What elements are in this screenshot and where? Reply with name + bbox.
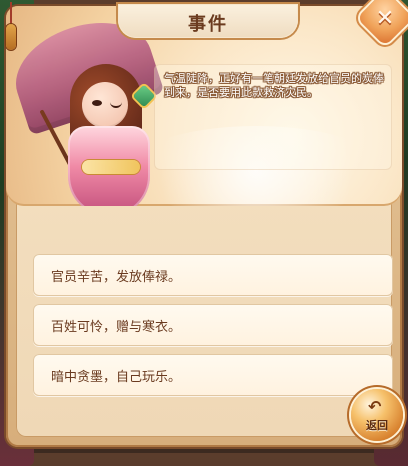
option-1-button[interactable]: 官员辛苦，发放俸禄。 — [33, 254, 393, 296]
dialog-title-tab: 事件 — [118, 4, 298, 38]
option-3-label: 暗中贪墨，自己玩乐。 — [51, 370, 182, 385]
option-2-label: 百姓可怜，赠与寒衣。 — [51, 320, 182, 335]
dialog-title: 事件 — [188, 14, 228, 35]
character-eye — [92, 100, 102, 106]
back-arrow-icon[interactable]: ↶ — [368, 397, 390, 416]
event-dialog: 气温陡降，正好有一笔朝廷发放给官员的炭俸到来，是否要用此款救济灾民。 事件 官员… — [6, 4, 402, 447]
event-options: 官员辛苦，发放俸禄。 百姓可怜，赠与寒衣。 暗中贪墨，自己玩乐。 — [23, 246, 393, 406]
option-1-label: 官员辛苦，发放俸禄。 — [51, 270, 182, 285]
back-label[interactable]: 返回 — [363, 417, 391, 433]
option-3-button[interactable]: 暗中贪墨，自己玩乐。 — [33, 354, 393, 396]
dangle-string — [10, 2, 12, 26]
character-sash — [82, 160, 140, 174]
dangle-ornament — [6, 24, 16, 50]
option-2-button[interactable]: 百姓可怜，赠与寒衣。 — [33, 304, 393, 346]
close-icon[interactable]: ✕ — [365, 0, 405, 38]
event-description: 气温陡降，正好有一笔朝廷发放给官员的炭俸到来，是否要用此款救济灾民。 — [164, 72, 384, 99]
character-illustration — [6, 6, 174, 206]
